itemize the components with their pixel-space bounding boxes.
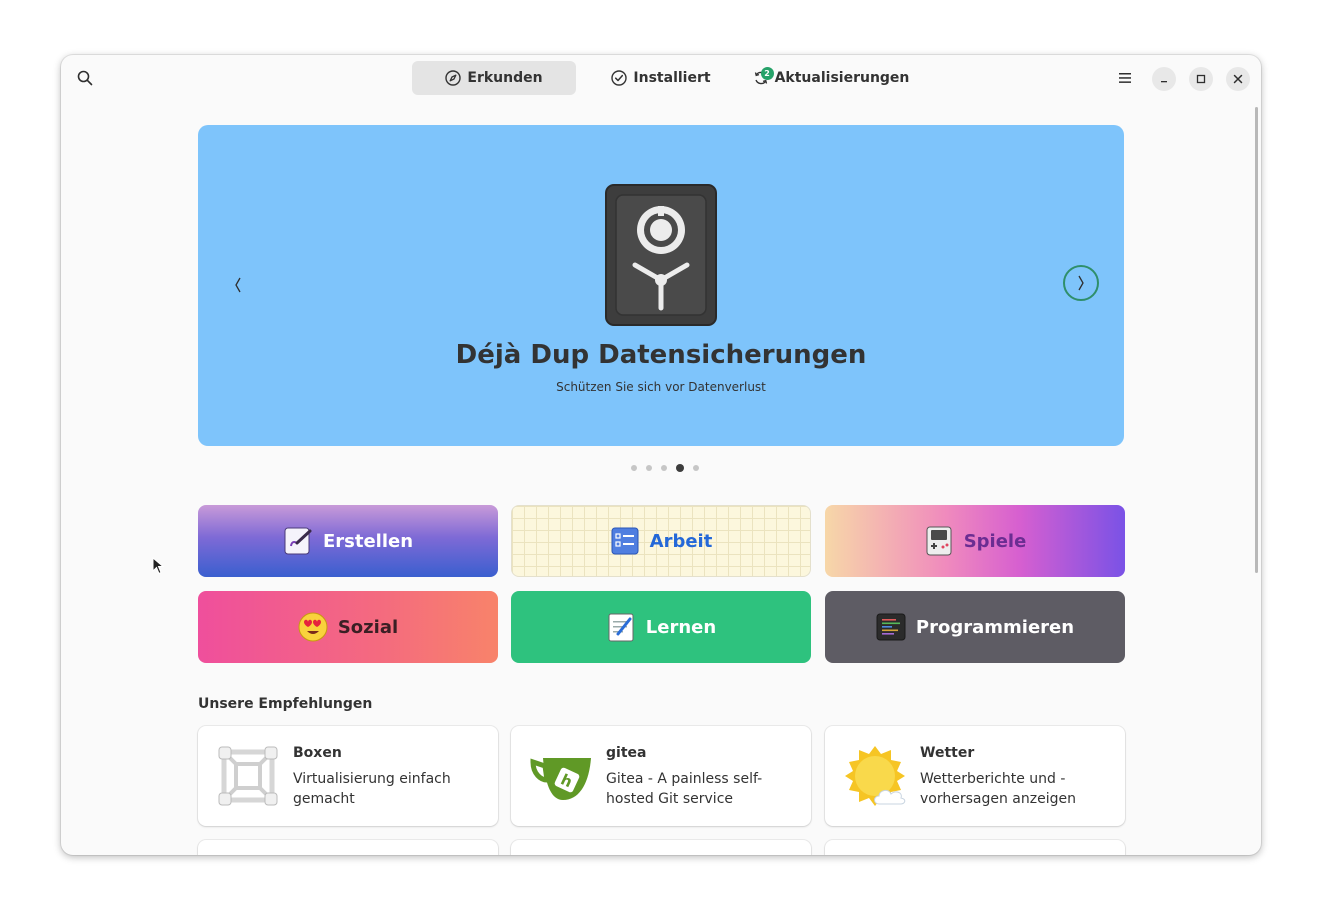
- recommendation-card-boxen[interactable]: Boxen Virtualisierung einfach gemacht: [198, 726, 498, 826]
- maximize-button[interactable]: [1189, 67, 1213, 91]
- recommendation-card-partial[interactable]: [198, 840, 498, 855]
- tab-erkunden[interactable]: Erkunden: [412, 61, 576, 95]
- category-spiele[interactable]: Spiele: [825, 505, 1125, 577]
- app-window: Erkunden Installiert 2 Aktualisierungen …: [61, 55, 1261, 855]
- app-name: Boxen: [293, 745, 342, 761]
- carousel-dot-1[interactable]: [631, 465, 637, 471]
- recommendation-card-partial[interactable]: [825, 840, 1125, 855]
- recommendation-card-gitea[interactable]: h gitea Gitea - A painless self-hosted G…: [511, 726, 811, 826]
- featured-carousel[interactable]: Déjà Dup Datensicherungen Schützen Sie s…: [198, 125, 1124, 446]
- main-menu-button[interactable]: [1111, 64, 1139, 92]
- boxes-icon: [218, 746, 278, 806]
- category-erstellen-label: Erstellen: [322, 530, 414, 552]
- carousel-dot-4-active[interactable]: [676, 464, 684, 472]
- carousel-next-button[interactable]: [1063, 265, 1099, 301]
- app-description: Wetterberichte und -vorhersagen anzeigen: [920, 771, 1076, 807]
- scrollbar[interactable]: [1255, 107, 1258, 573]
- app-description: Gitea - A painless self-hosted Git servi…: [606, 771, 763, 807]
- carousel-indicator: [631, 464, 699, 472]
- paint-brush-icon: [283, 526, 313, 556]
- gitea-teacup-icon: h: [530, 758, 591, 800]
- category-lernen[interactable]: Lernen: [511, 591, 811, 663]
- carousel-dot-5[interactable]: [693, 465, 699, 471]
- chevron-right-icon: [1078, 275, 1084, 291]
- category-sozial[interactable]: Sozial: [198, 591, 498, 663]
- category-arbeit[interactable]: Arbeit: [511, 505, 811, 577]
- close-icon: [1233, 74, 1243, 84]
- close-button[interactable]: [1226, 67, 1250, 91]
- header-bar: Erkunden Installiert 2 Aktualisierungen: [61, 55, 1261, 101]
- deja-dup-safe-icon: [605, 184, 717, 326]
- carousel-previous-button[interactable]: [224, 265, 252, 305]
- category-lernen-label: Lernen: [645, 616, 717, 638]
- minimize-icon: [1161, 81, 1167, 83]
- search-icon: [77, 70, 93, 86]
- code-editor-icon: [876, 612, 906, 642]
- tab-installiert[interactable]: Installiert: [576, 61, 746, 95]
- carousel-title: Déjà Dup Datensicherungen: [455, 340, 867, 370]
- category-arbeit-label: Arbeit: [649, 530, 713, 552]
- view-switcher: Erkunden Installiert 2 Aktualisierungen: [412, 61, 916, 95]
- mouse-pointer-icon: [152, 557, 164, 575]
- tab-installiert-label: Installiert: [633, 70, 711, 86]
- gameboy-icon: [924, 526, 954, 556]
- compass-icon: [445, 70, 462, 86]
- category-sozial-label: Sozial: [337, 616, 399, 638]
- app-name: Wetter: [920, 745, 975, 761]
- minimize-button[interactable]: [1152, 67, 1176, 91]
- hamburger-menu-icon: [1119, 73, 1131, 83]
- tab-erkunden-label: Erkunden: [467, 70, 543, 86]
- recommendation-card-partial[interactable]: [511, 840, 811, 855]
- app-description: Virtualisierung einfach gemacht: [293, 771, 451, 807]
- tab-aktualisierungen[interactable]: 2 Aktualisierungen: [746, 61, 916, 95]
- recommendation-card-wetter[interactable]: Wetter Wetterberichte und -vorhersagen a…: [825, 726, 1125, 826]
- sun-cloud-icon: [845, 746, 906, 806]
- heart-eyes-emoji-icon: [298, 612, 328, 642]
- category-erstellen[interactable]: Erstellen: [198, 505, 498, 577]
- maximize-icon: [1196, 74, 1206, 84]
- chevron-left-icon: [235, 277, 241, 293]
- category-programmieren-label: Programmieren: [915, 616, 1075, 638]
- checklist-icon: [610, 526, 640, 556]
- category-programmieren[interactable]: Programmieren: [825, 591, 1125, 663]
- recommendations-heading: Unsere Empfehlungen: [198, 696, 373, 712]
- carousel-dot-3[interactable]: [661, 465, 667, 471]
- tab-aktualisierungen-label: Aktualisierungen: [774, 70, 910, 86]
- carousel-subtitle: Schützen Sie sich vor Datenverlust: [556, 380, 766, 394]
- check-circle-icon: [611, 70, 628, 86]
- updates-count-badge: 2: [760, 67, 774, 80]
- carousel-dot-2[interactable]: [646, 465, 652, 471]
- category-spiele-label: Spiele: [963, 530, 1027, 552]
- refresh-icon: 2: [753, 67, 774, 86]
- search-button[interactable]: [71, 64, 99, 92]
- app-name: gitea: [606, 745, 647, 761]
- notepad-icon: [606, 612, 636, 642]
